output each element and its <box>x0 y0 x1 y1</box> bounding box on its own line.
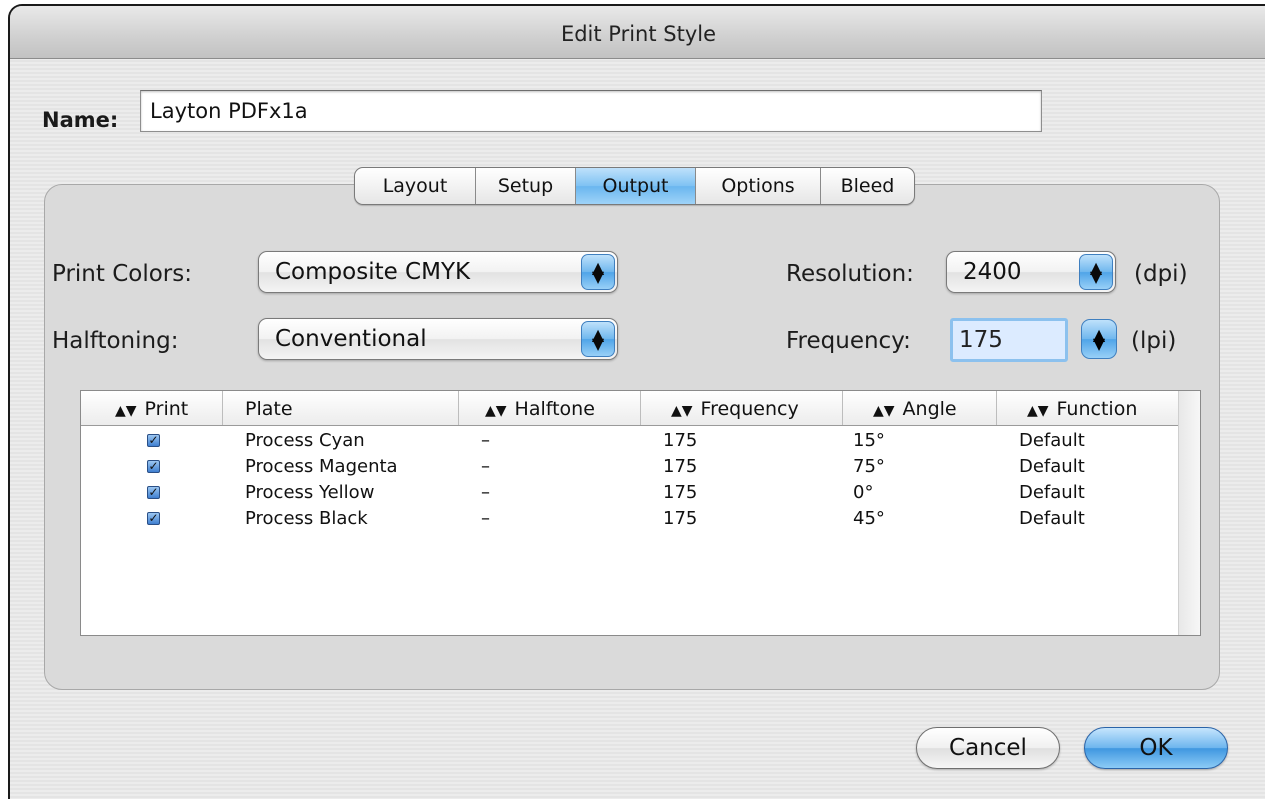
checkmark-icon: ✓ <box>148 433 159 447</box>
dialog-title: Edit Print Style <box>10 6 1265 59</box>
tab-bleed[interactable]: Bleed <box>821 168 914 204</box>
resolution-value: 2400 <box>963 259 1022 285</box>
halftone-value: – <box>481 482 490 503</box>
name-label: Name: <box>42 108 119 132</box>
tab-output[interactable]: Output <box>576 168 696 204</box>
function-value: Default <box>1019 482 1085 503</box>
sort-arrows-icon: ▲▼ <box>873 403 895 419</box>
plate-name: Process Cyan <box>245 430 365 451</box>
angle-value: 15° <box>853 430 885 451</box>
sort-arrows-icon: ▲▼ <box>671 403 693 419</box>
halftoning-label: Halftoning: <box>52 328 179 354</box>
frequency-stepper[interactable]: ▲ ▼ <box>1081 319 1117 359</box>
column-header-halftone[interactable]: ▲▼ Halftone <box>459 391 641 425</box>
print-checkbox[interactable]: ✓ <box>147 486 160 499</box>
plate-name: Process Magenta <box>245 456 398 477</box>
frequency-unit: (lpi) <box>1131 328 1177 354</box>
halftoning-value: Conventional <box>275 326 427 352</box>
frequency-input[interactable] <box>950 318 1068 362</box>
sort-arrows-icon: ▲▼ <box>485 403 507 419</box>
resolution-label: Resolution: <box>786 261 914 287</box>
angle-value: 45° <box>853 508 885 529</box>
plates-table: ▲▼ Print Plate ▲▼ Halftone ▲▼ Frequency ▲▼ A… <box>80 390 1201 636</box>
column-header-print[interactable]: ▲▼ Print <box>81 391 223 425</box>
print-checkbox[interactable]: ✓ <box>147 512 160 525</box>
checkmark-icon: ✓ <box>148 485 159 499</box>
column-header-frequency[interactable]: ▲▼ Frequency <box>641 391 843 425</box>
name-input[interactable] <box>140 90 1042 132</box>
function-value: Default <box>1019 430 1085 451</box>
tab-bar: Layout Setup Output Options Bleed <box>354 167 915 205</box>
checkmark-icon: ✓ <box>148 511 159 525</box>
resolution-popup[interactable]: 2400 ▲ ▼ <box>946 251 1116 293</box>
frequency-value: 175 <box>663 482 698 503</box>
edit-print-style-dialog: Edit Print Style Name: Layout Setup Outp… <box>8 4 1265 799</box>
function-value: Default <box>1019 456 1085 477</box>
ok-button[interactable]: OK <box>1084 727 1228 769</box>
frequency-label: Frequency: <box>786 328 911 354</box>
angle-value: 75° <box>853 456 885 477</box>
tab-layout[interactable]: Layout <box>355 168 476 204</box>
halftoning-popup[interactable]: Conventional ▲ ▼ <box>258 318 618 360</box>
tab-setup[interactable]: Setup <box>476 168 576 204</box>
column-header-angle[interactable]: ▲▼ Angle <box>843 391 997 425</box>
popup-arrows-icon: ▲ ▼ <box>581 254 615 290</box>
halftone-value: – <box>481 456 490 477</box>
column-header-plate[interactable]: Plate <box>223 391 459 425</box>
sort-arrows-icon: ▲▼ <box>1027 403 1049 419</box>
frequency-value: 175 <box>663 508 698 529</box>
resolution-unit: (dpi) <box>1134 261 1188 287</box>
angle-value: 0° <box>853 482 874 503</box>
table-scrollbar[interactable] <box>1178 391 1200 635</box>
print-checkbox[interactable]: ✓ <box>147 460 160 473</box>
halftone-value: – <box>481 508 490 529</box>
print-colors-value: Composite CMYK <box>275 259 471 285</box>
popup-arrows-icon: ▲ ▼ <box>1079 254 1113 290</box>
frequency-value: 175 <box>663 456 698 477</box>
popup-arrows-icon: ▲ ▼ <box>581 321 615 357</box>
sort-arrows-icon: ▲▼ <box>115 403 137 419</box>
function-value: Default <box>1019 508 1085 529</box>
print-colors-popup[interactable]: Composite CMYK ▲ ▼ <box>258 251 618 293</box>
frequency-value: 175 <box>663 430 698 451</box>
column-header-function[interactable]: ▲▼ Function <box>997 391 1181 425</box>
table-header: ▲▼ Print Plate ▲▼ Halftone ▲▼ Frequency ▲▼ A… <box>81 391 1179 426</box>
checkmark-icon: ✓ <box>148 459 159 473</box>
cancel-button[interactable]: Cancel <box>916 727 1060 769</box>
tab-options[interactable]: Options <box>696 168 821 204</box>
print-checkbox[interactable]: ✓ <box>147 434 160 447</box>
halftone-value: – <box>481 430 490 451</box>
plate-name: Process Black <box>245 508 368 529</box>
plate-name: Process Yellow <box>245 482 375 503</box>
print-colors-label: Print Colors: <box>52 261 192 287</box>
